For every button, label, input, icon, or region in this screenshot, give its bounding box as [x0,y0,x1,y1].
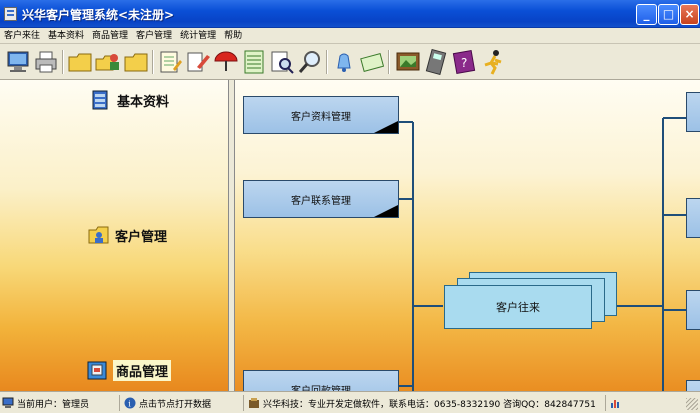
node-customer-contact[interactable]: 客户联系管理 [243,180,399,218]
app-icon [4,7,17,21]
toolbar-separator [326,50,328,74]
sidebar-item-label: 客户管理 [115,229,168,245]
toolbar-separator [62,50,64,74]
status-user: 当前用户：管理员 [2,395,120,411]
folder-icon[interactable] [123,49,149,75]
menu-basic-data[interactable]: 基本资料 [44,28,88,44]
node-customer-profile[interactable]: 客户资料管理 [243,96,399,134]
minimize-button[interactable]: _ [636,4,657,25]
product-box-icon [87,361,107,380]
panel-splitter[interactable] [228,80,235,391]
magnifier-icon[interactable] [297,49,323,75]
node-customer-payment[interactable]: 客户回款管理 [243,370,399,391]
status-hint: i 点击节点打开数据 [124,395,244,411]
printer-icon[interactable] [33,49,59,75]
contacts-folder-icon [88,226,109,244]
menu-statistics[interactable]: 统计管理 [176,28,220,44]
chart-icon [611,400,619,408]
flow-diagram: 客户资料管理 客户联系管理 客户回款管理 客户往来 [235,80,700,391]
sidebar-item-label: 商品管理 [113,359,172,381]
resize-grip[interactable] [686,398,698,410]
sidebar-item-customer-management[interactable]: 客户管理 [88,224,167,246]
runner-icon[interactable] [481,49,507,75]
status-bar: 当前用户：管理员 i 点击节点打开数据 兴华科技：专业开发定做软件，联系电话：0… [0,391,700,413]
help-book-icon[interactable]: ? [451,49,477,75]
find-document-icon[interactable] [269,49,295,75]
node-partial-right[interactable] [686,92,700,132]
monitor-icon[interactable] [5,49,31,75]
close-button[interactable]: × [680,4,699,25]
menu-customer-management[interactable]: 客户管理 [132,28,176,44]
maximize-button[interactable]: □ [658,4,679,25]
menu-product-management[interactable]: 商品管理 [88,28,132,44]
picture-icon[interactable] [395,49,421,75]
toolbar-separator [152,50,154,74]
computer-icon [2,397,14,408]
node-partial-right[interactable] [686,198,700,238]
envelope-icon[interactable] [359,49,385,75]
node-partial-right[interactable] [686,290,700,330]
menu-bar: 客户来往 基本资料 商品管理 客户管理 统计管理 帮助 [0,28,700,44]
user-folders-icon[interactable] [95,49,121,75]
status-company: 兴华科技：专业开发定做软件，联系电话：0635-8332190 咨询QQ：842… [248,395,606,411]
info-icon: i [124,397,136,409]
database-icon [92,90,108,110]
menu-help[interactable]: 帮助 [220,28,246,44]
svg-text:?: ? [461,56,467,70]
node-partial-right[interactable] [686,380,700,391]
notepad-icon[interactable] [157,49,183,75]
keyboard-indicator [610,395,640,411]
svg-text:i: i [128,400,131,409]
window-title: 兴华客户管理系统<未注册> [22,8,175,22]
status-hint-text: 点击节点打开数据 [139,399,212,410]
node-customer-dealings[interactable]: 客户往来 [444,285,592,329]
toolbar: ? [0,44,700,80]
status-user-text: 当前用户：管理员 [17,399,90,410]
toolbar-separator [388,50,390,74]
sidebar-item-product-management[interactable]: 商品管理 [86,359,172,381]
umbrella-icon[interactable] [213,49,239,75]
left-panel: 基本资料 客户管理 商品管理 [0,80,228,391]
sidebar-item-basic-data[interactable]: 基本资料 [90,89,169,111]
company-icon [249,398,259,408]
title-bar: 兴华客户管理系统<未注册> _ □ × [0,0,700,28]
document-edit-icon[interactable] [185,49,211,75]
calculator-icon[interactable] [423,48,449,76]
bell-icon[interactable] [331,49,357,75]
status-company-text: 兴华科技：专业开发定做软件，联系电话：0635-8332190 咨询QQ：842… [263,399,596,410]
sidebar-item-label: 基本资料 [117,94,170,110]
folder-icon[interactable] [67,49,93,75]
spreadsheet-icon[interactable] [241,49,267,75]
menu-customer-contacts[interactable]: 客户来往 [0,28,44,44]
